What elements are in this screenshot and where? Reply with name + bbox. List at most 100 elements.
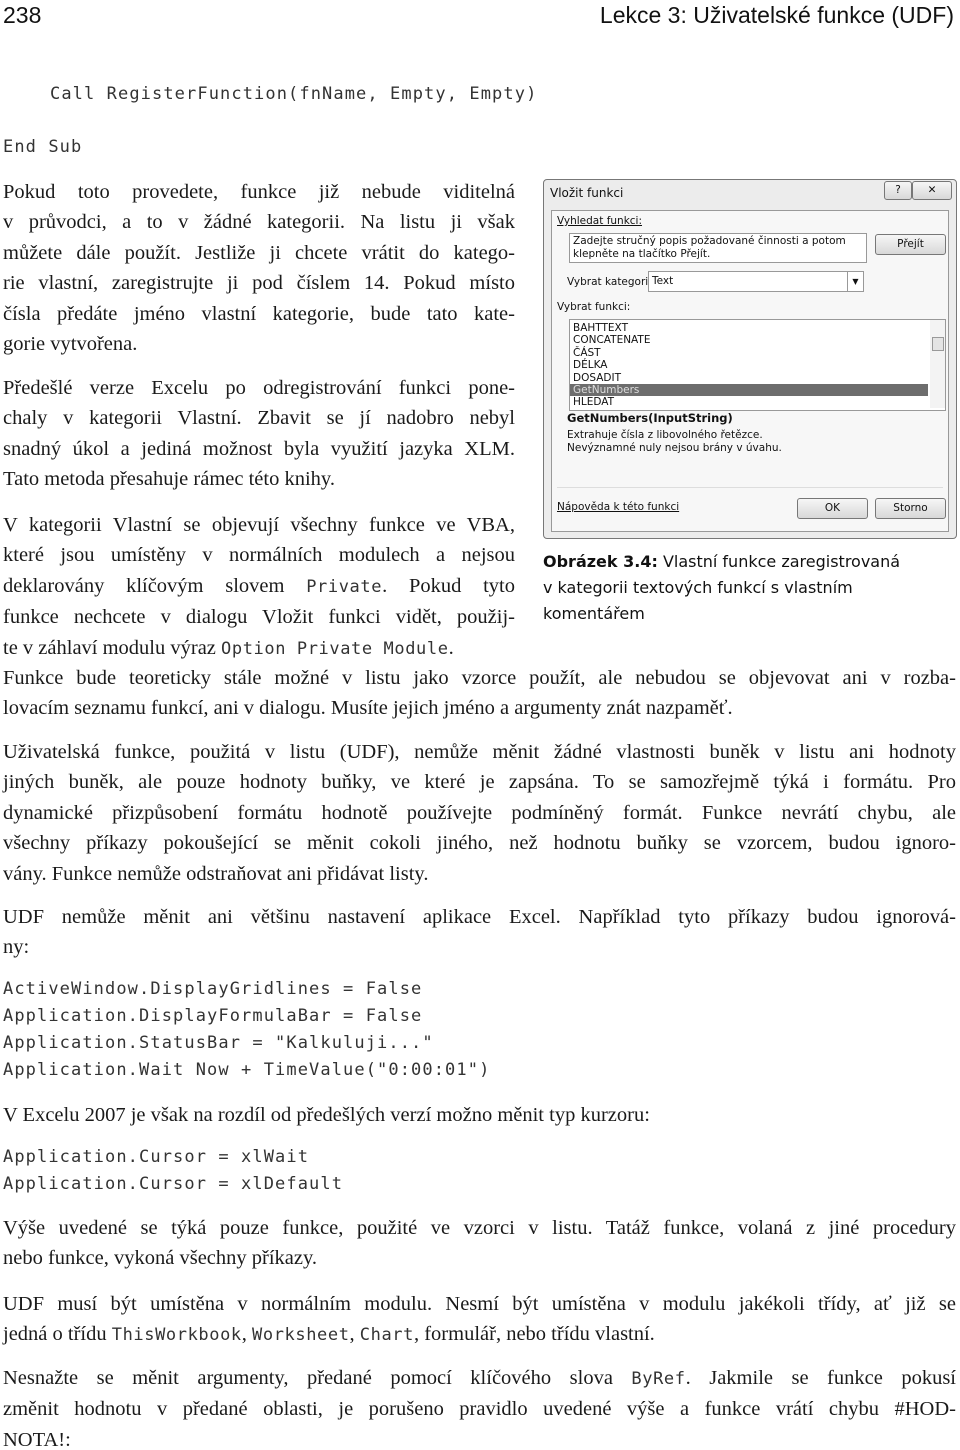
paragraph: Výše uvedené se týká pouze funkce, použi… bbox=[3, 1213, 956, 1274]
function-list-item[interactable]: DOSADIT bbox=[570, 372, 928, 384]
book-page: 238 Lekce 3: Uživatelské funkce (UDF) Ca… bbox=[0, 0, 960, 1450]
cancel-button[interactable]: Storno bbox=[875, 498, 946, 519]
paragraph: Pokud toto provedete, funkce již nebude … bbox=[3, 177, 515, 359]
function-list-item[interactable]: ČÁST bbox=[570, 347, 928, 359]
code-line: Call RegisterFunction(fnName, Empty, Emp… bbox=[50, 84, 538, 104]
text-line: čísla předáte jméno vlastní kategorie, b… bbox=[3, 299, 515, 329]
paragraph: Předešlé verze Excelu po odregistrování … bbox=[3, 373, 515, 495]
text-line: UDF nemůže měnit ani většinu nastavení a… bbox=[3, 902, 956, 932]
paragraph: UDF musí být umístěna v normálním modulu… bbox=[3, 1289, 956, 1351]
function-list-item[interactable]: CONCATENATE bbox=[570, 334, 928, 346]
close-button[interactable]: ✕ bbox=[912, 181, 952, 200]
text-line: jiných buněk, ale pouze hodnoty buňky, v… bbox=[3, 767, 956, 797]
text-line: rie vlastní, zaregistrujte ji pod číslem… bbox=[3, 268, 515, 298]
search-input[interactable]: Zadejte stručný popis požadované činnost… bbox=[569, 233, 867, 263]
text-line: V Excelu 2007 je však na rozdíl od přede… bbox=[3, 1100, 956, 1130]
chevron-down-icon[interactable]: ▼ bbox=[847, 272, 863, 291]
text-span: . Pokud tyto bbox=[382, 574, 515, 597]
ok-button[interactable]: OK bbox=[797, 498, 868, 519]
divider bbox=[557, 487, 943, 488]
text-span: te v záhlaví modulu výraz bbox=[3, 636, 222, 659]
text-line: v průvodci, a to v žádné kategorii. Na l… bbox=[3, 207, 515, 237]
function-list-item[interactable]: HLEDAT bbox=[570, 396, 928, 408]
function-list-item[interactable]: BAHTTEXT bbox=[570, 322, 928, 334]
function-list-item[interactable]: GetNumbers bbox=[570, 383, 928, 397]
paragraph: Nesnažte se měnit argumenty, předané pom… bbox=[3, 1363, 956, 1450]
text-span: , bbox=[241, 1323, 253, 1346]
text-span: rie vlastní, zaregistrujte ji pod číslem… bbox=[3, 272, 515, 295]
function-list[interactable]: BAHTTEXT CONCATENATE ČÁST DÉLKA DOSADIT GetNu… bbox=[569, 319, 946, 411]
text-span: ny: bbox=[3, 936, 30, 959]
scrollbar-thumb[interactable] bbox=[932, 337, 944, 351]
text-span: lovacím seznamu funkcí, ani v dialogu. M… bbox=[3, 697, 733, 720]
text-line: Tato metoda přesahuje rámec této knihy. bbox=[3, 464, 515, 494]
paragraph: V Excelu 2007 je však na rozdíl od přede… bbox=[3, 1100, 956, 1130]
caption-text: v kategorii textových funkcí s vlastním bbox=[543, 578, 853, 597]
text-line: nebo funkce, vykoná všechny příkazy. bbox=[3, 1243, 956, 1273]
paragraph: UDF nemůže měnit ani většinu nastavení a… bbox=[3, 902, 956, 963]
text-span: Uživatelská funkce, použitá v listu (UDF… bbox=[3, 741, 956, 763]
caption-text: komentářem bbox=[543, 604, 645, 623]
text-line: změnit hodnotu v předané oblasti, je por… bbox=[3, 1394, 956, 1424]
text-span: dynamické přizpůsobení formátu hodnotě p… bbox=[3, 801, 956, 824]
text-span: NOTA!: bbox=[3, 1428, 71, 1450]
text-span: , bbox=[349, 1323, 360, 1346]
help-link[interactable]: Nápověda k této funkci bbox=[557, 501, 679, 513]
text-span: UDF musí být umístěna v normálním modulu… bbox=[3, 1293, 956, 1315]
text-line: které jsou umístěny v normálních modulec… bbox=[3, 540, 515, 570]
function-description: Extrahuje čísla z libovolného řetězce. N… bbox=[567, 429, 782, 455]
text-span: Pokud toto provedete, funkce již nebude … bbox=[3, 181, 515, 203]
help-button[interactable]: ? bbox=[884, 181, 912, 200]
caption-label: Obrázek 3.4: bbox=[543, 552, 658, 571]
text-line: Výše uvedené se týká pouze funkce, použi… bbox=[3, 1213, 956, 1243]
category-select[interactable]: Text ▼ bbox=[648, 271, 864, 292]
text-span: UDF nemůže měnit ani většinu nastavení a… bbox=[3, 906, 956, 928]
scrollbar[interactable] bbox=[930, 320, 945, 408]
text-line: V kategorii Vlastní se objevují všechny … bbox=[3, 510, 515, 540]
text-line: deklarovány klíčovým slovem Private. Pok… bbox=[3, 571, 515, 602]
text-line: Funkce bude teoreticky stále možné v lis… bbox=[3, 663, 956, 693]
go-button[interactable]: Přejít bbox=[875, 234, 946, 255]
text-line: NOTA!: bbox=[3, 1425, 956, 1450]
inline-code: ByRef bbox=[631, 1369, 686, 1389]
text-line: gorie vytvořena. bbox=[3, 329, 515, 359]
text-span: gorie vytvořena. bbox=[3, 333, 138, 356]
code-line: Application.StatusBar = "Kalkuluji..." bbox=[3, 1033, 434, 1053]
text-line: Předešlé verze Excelu po odregistrování … bbox=[3, 373, 515, 403]
function-signature: GetNumbers(InputString) bbox=[567, 411, 733, 425]
text-line: vány. Funkce nemůže odstraňovat ani přid… bbox=[3, 859, 956, 889]
text-span: deklarovány klíčovým slovem bbox=[3, 574, 307, 597]
text-line: ny: bbox=[3, 932, 956, 962]
description-line: Extrahuje čísla z libovolného řetězce. bbox=[567, 429, 763, 441]
inline-code: Chart bbox=[359, 1325, 414, 1346]
function-list-item[interactable]: DÉLKA bbox=[570, 359, 928, 371]
text-span: můžete dále použít. Jestliže ji chcete v… bbox=[3, 241, 515, 264]
text-span: jiných buněk, ale pouze hodnoty buňky, v… bbox=[3, 771, 956, 794]
text-line: Nesnažte se měnit argumenty, předané pom… bbox=[3, 1363, 956, 1394]
text-line: UDF musí být umístěna v normálním modulu… bbox=[3, 1289, 956, 1319]
text-line: Uživatelská funkce, použitá v listu (UDF… bbox=[3, 737, 956, 767]
text-span: chaly v kategorii Vlastní. Zbavit se jí … bbox=[3, 407, 515, 430]
text-line: snadný úkol a jediná možnost byla využit… bbox=[3, 434, 515, 464]
text-span: Tato metoda přesahuje rámec této knihy. bbox=[3, 468, 335, 491]
text-line: můžete dále použít. Jestliže ji chcete v… bbox=[3, 238, 515, 268]
code-line: Application.Wait Now + TimeValue("0:00:0… bbox=[3, 1060, 491, 1080]
text-line: Pokud toto provedete, funkce již nebude … bbox=[3, 177, 515, 207]
code-line: ActiveWindow.DisplayGridlines = False bbox=[3, 979, 423, 999]
category-value: Text bbox=[652, 275, 674, 287]
function-label: Vybrat funkci: bbox=[557, 301, 631, 313]
paragraph: Funkce bude teoreticky stále možné v lis… bbox=[3, 663, 956, 724]
text-line: chaly v kategorii Vlastní. Zbavit se jí … bbox=[3, 403, 515, 433]
text-line: jedná o třídu ThisWorkbook, Worksheet, C… bbox=[3, 1319, 956, 1350]
inline-code: ThisWorkbook bbox=[111, 1325, 242, 1346]
text-span: všechny příkazy pokoušející se měnit cok… bbox=[3, 832, 956, 855]
search-label: Vyhledat funkci: bbox=[557, 215, 643, 227]
code-line: End Sub bbox=[3, 137, 83, 157]
text-line: funkce nechcete v dialogu Vložit funkci … bbox=[3, 602, 515, 632]
text-span: které jsou umístěny v normálních modulec… bbox=[3, 544, 515, 567]
caption-text: Vlastní funkce zaregistrovaná bbox=[657, 552, 901, 571]
text-span: funkce nechcete v dialogu Vložit funkci … bbox=[3, 606, 515, 629]
text-span: . Jakmile se funkce pokusí bbox=[685, 1367, 957, 1389]
text-span: Nesnažte se měnit argumenty, předané pom… bbox=[3, 1367, 632, 1389]
insert-function-dialog: Vložit funkci ? ✕ Vyhledat funkci: Zadej… bbox=[543, 179, 957, 539]
